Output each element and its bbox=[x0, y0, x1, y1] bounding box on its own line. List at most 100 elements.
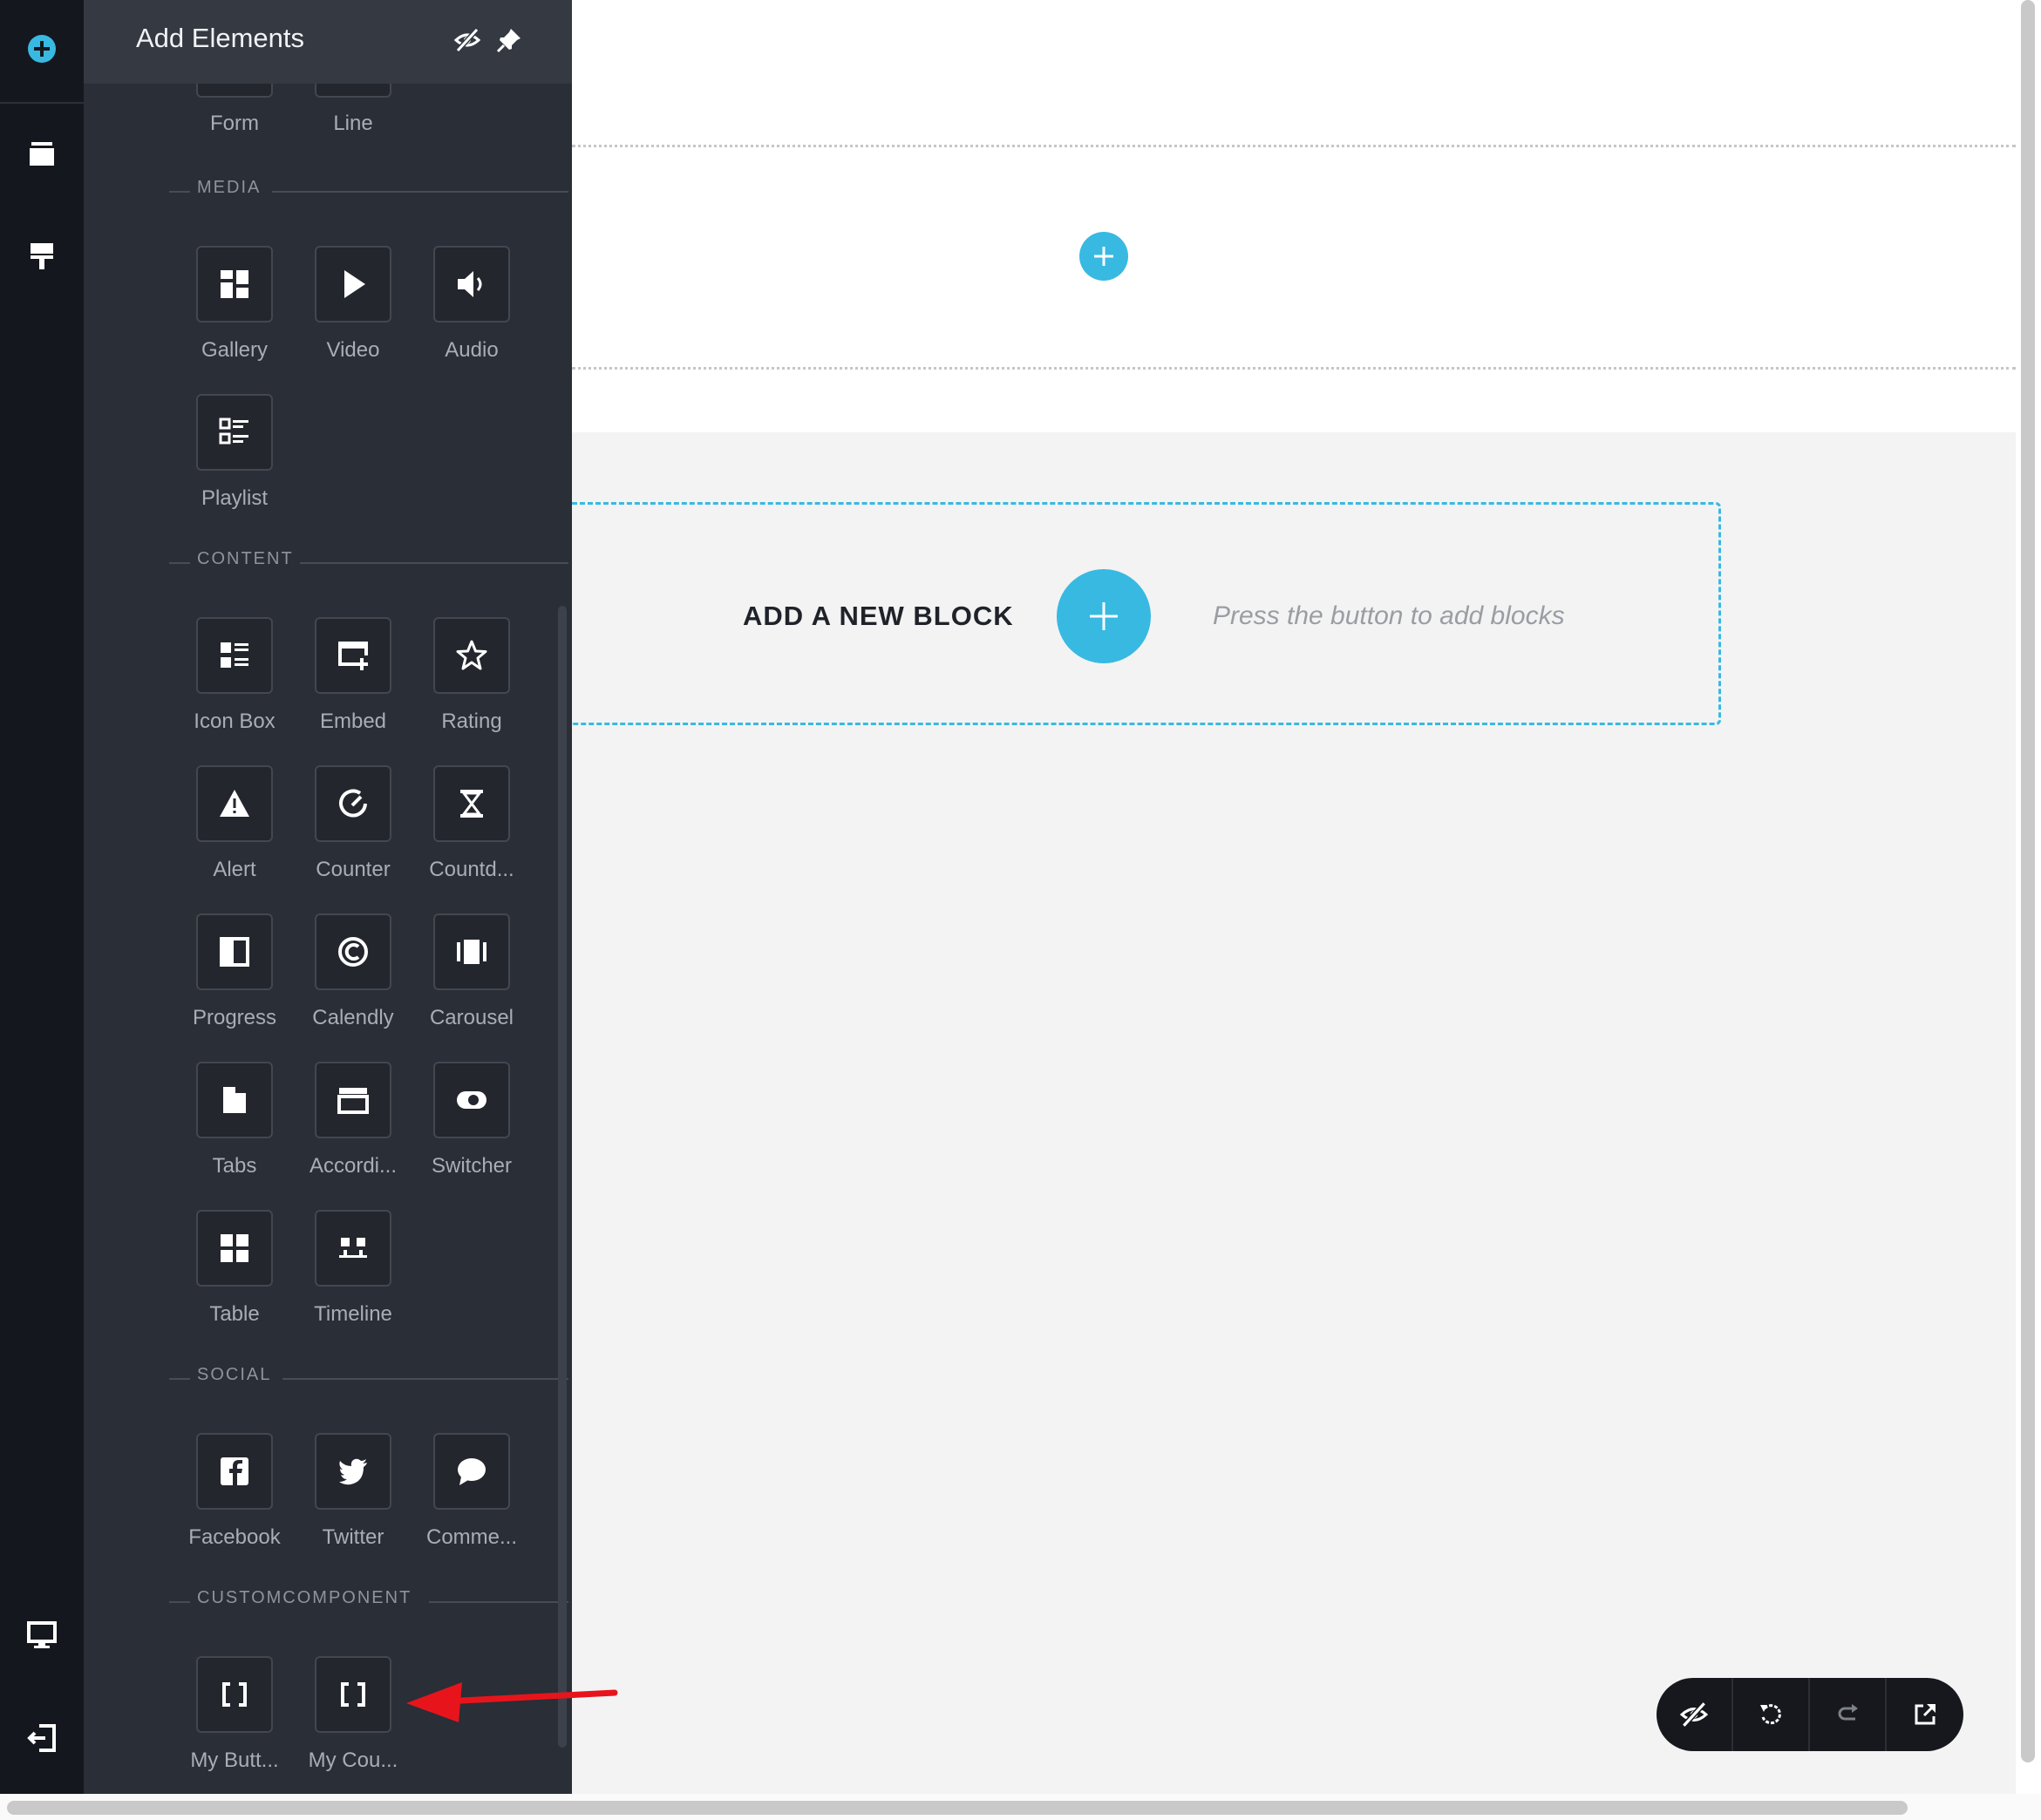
element-label: Alert bbox=[213, 858, 256, 881]
twitter-icon bbox=[339, 1458, 367, 1485]
red-arrow-annotation bbox=[406, 1682, 618, 1722]
add-elements-rail-button[interactable] bbox=[0, 7, 84, 91]
element-label: Rating bbox=[441, 710, 502, 733]
element-countdown[interactable]: Countd... bbox=[412, 765, 531, 882]
element-label: Counter bbox=[316, 858, 391, 881]
pages-rail-button[interactable] bbox=[0, 112, 84, 195]
paint-roller-icon bbox=[31, 243, 53, 269]
element-label: Table bbox=[209, 1302, 260, 1326]
external-link-icon bbox=[1915, 1704, 1936, 1725]
section-custom-component: CUSTOMCOMPONENT bbox=[169, 1588, 570, 1614]
element-my-button[interactable]: My Butt... bbox=[175, 1656, 294, 1773]
element-label: Timeline bbox=[314, 1302, 392, 1326]
pages-icon bbox=[30, 142, 54, 166]
comment-icon bbox=[458, 1458, 486, 1485]
element-carousel[interactable]: Carousel bbox=[412, 913, 531, 1030]
add-elements-panel: Form Line MEDIA Gallery Video Audio Play… bbox=[84, 0, 572, 1794]
table-icon bbox=[221, 1234, 248, 1262]
add-block-title: ADD A NEW BLOCK bbox=[743, 601, 1014, 631]
left-rail bbox=[0, 0, 84, 1794]
accordion-icon bbox=[337, 1088, 369, 1114]
section-label: MEDIA bbox=[197, 178, 262, 197]
progress-icon bbox=[220, 937, 249, 967]
element-twitter[interactable]: Twitter bbox=[294, 1433, 412, 1550]
brackets-icon bbox=[222, 1682, 247, 1707]
timeline-icon bbox=[339, 1238, 367, 1258]
pin-panel-button[interactable] bbox=[493, 24, 525, 56]
element-icon-box[interactable]: Icon Box bbox=[175, 617, 294, 734]
undo-icon bbox=[1760, 1704, 1781, 1725]
element-label: Icon Box bbox=[194, 710, 276, 733]
device-preview-rail-button[interactable] bbox=[0, 1593, 84, 1677]
element-counter[interactable]: Counter bbox=[294, 765, 412, 882]
element-label: My Butt... bbox=[190, 1749, 279, 1772]
section-label: SOCIAL bbox=[197, 1365, 272, 1384]
horizontal-scrollbar[interactable] bbox=[7, 1801, 1908, 1815]
redo-icon bbox=[1838, 1704, 1858, 1721]
element-label: Playlist bbox=[201, 486, 269, 510]
element-label: Twitter bbox=[322, 1525, 384, 1549]
element-gallery[interactable]: Gallery bbox=[175, 246, 294, 363]
facebook-icon bbox=[221, 1457, 248, 1485]
element-switcher[interactable]: Switcher bbox=[412, 1062, 531, 1178]
hourglass-icon bbox=[460, 790, 483, 818]
preview-toggle-button[interactable] bbox=[1657, 1678, 1733, 1751]
add-element-button[interactable] bbox=[1079, 232, 1128, 281]
rail-separator bbox=[0, 102, 84, 104]
eye-slash-icon bbox=[1679, 1701, 1709, 1728]
exit-rail-button[interactable] bbox=[0, 1696, 84, 1780]
undo-button[interactable] bbox=[1733, 1678, 1810, 1751]
section-label: CONTENT bbox=[197, 549, 294, 568]
add-block-area: ADD A NEW BLOCK Press the button to add … bbox=[572, 502, 1721, 725]
panel-title: Add Elements bbox=[136, 23, 304, 53]
element-label: Gallery bbox=[201, 338, 269, 362]
star-icon bbox=[456, 640, 487, 670]
element-label: Video bbox=[326, 338, 380, 362]
redo-button[interactable] bbox=[1810, 1678, 1887, 1751]
section-divider bbox=[572, 367, 2016, 370]
element-calendly[interactable]: Calendly bbox=[294, 913, 412, 1030]
element-table[interactable]: Table bbox=[175, 1210, 294, 1327]
element-facebook[interactable]: Facebook bbox=[175, 1433, 294, 1550]
icon-box-icon bbox=[221, 642, 248, 668]
section-social: SOCIAL bbox=[169, 1365, 570, 1391]
element-embed[interactable]: Embed bbox=[294, 617, 412, 734]
hide-panel-button[interactable] bbox=[452, 24, 483, 56]
carousel-icon bbox=[457, 940, 486, 964]
section-content: CONTENT bbox=[169, 549, 570, 575]
panel-header: Add Elements bbox=[84, 0, 572, 84]
element-playlist[interactable]: Playlist bbox=[175, 394, 294, 511]
element-video[interactable]: Video bbox=[294, 246, 412, 363]
embed-icon bbox=[338, 642, 368, 670]
element-label: Audio bbox=[445, 338, 499, 362]
element-timeline[interactable]: Timeline bbox=[294, 1210, 412, 1327]
plus-icon bbox=[1090, 602, 1118, 630]
element-alert[interactable]: Alert bbox=[175, 765, 294, 882]
toggle-icon bbox=[457, 1091, 486, 1109]
element-tabs[interactable]: Tabs bbox=[175, 1062, 294, 1178]
playlist-icon bbox=[219, 418, 248, 445]
plus-circle-icon bbox=[28, 35, 56, 63]
element-accordion[interactable]: Accordi... bbox=[294, 1062, 412, 1178]
panel-scrollbar[interactable] bbox=[558, 606, 567, 1748]
element-progress[interactable]: Progress bbox=[175, 913, 294, 1030]
section-divider bbox=[572, 145, 2016, 147]
element-my-counter[interactable]: My Cou... bbox=[294, 1656, 412, 1773]
element-audio[interactable]: Audio bbox=[412, 246, 531, 363]
element-label: Comme... bbox=[425, 1525, 517, 1549]
element-rating[interactable]: Rating bbox=[412, 617, 531, 734]
add-block-button[interactable] bbox=[1057, 569, 1151, 663]
vertical-scrollbar[interactable] bbox=[2021, 0, 2035, 1762]
element-label: Form bbox=[210, 112, 259, 135]
element-label: Countd... bbox=[429, 858, 514, 881]
eye-slash-icon bbox=[453, 27, 481, 53]
speaker-icon bbox=[458, 271, 482, 297]
add-block-hint: Press the button to add blocks bbox=[1213, 601, 1565, 630]
element-label: My Cou... bbox=[308, 1749, 398, 1772]
styling-rail-button[interactable] bbox=[0, 214, 84, 298]
warning-icon bbox=[220, 790, 249, 817]
element-comments[interactable]: Comme... bbox=[412, 1433, 531, 1550]
exit-icon bbox=[27, 1724, 56, 1752]
open-preview-button[interactable] bbox=[1887, 1678, 1963, 1751]
brackets-icon bbox=[341, 1682, 365, 1707]
